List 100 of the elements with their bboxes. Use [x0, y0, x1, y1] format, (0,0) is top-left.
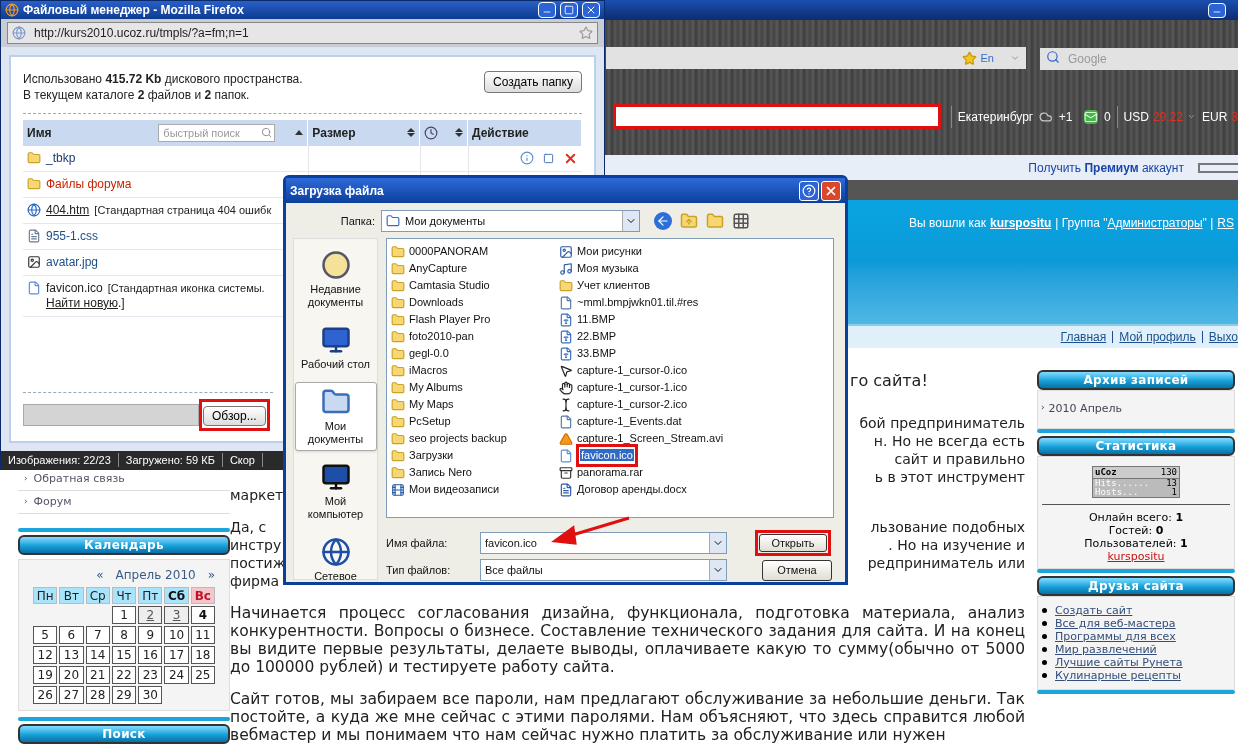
open-button[interactable]: Открыть — [759, 534, 827, 552]
url-text: http://kurs2010.ucoz.ru/tmpls/?a=fm;n=1 — [34, 25, 250, 42]
file-item[interactable]: iMacros — [408, 362, 449, 379]
nav-link[interactable]: Выхо — [1208, 328, 1238, 346]
file-item[interactable]: Flash Player Pro — [408, 311, 492, 328]
dialog-title: Загрузка файла — [290, 182, 385, 200]
info-icon[interactable] — [520, 151, 534, 166]
views-icon[interactable] — [732, 212, 750, 230]
friend-link[interactable]: Кулинарные рецепты — [1055, 668, 1181, 682]
file-item[interactable]: seo projects backup — [408, 430, 508, 447]
address-bar[interactable]: En — [606, 47, 1026, 69]
nav-link[interactable]: Главная — [1060, 328, 1107, 346]
folder-dropdown[interactable]: Мои документы — [381, 210, 640, 232]
file-name-link[interactable]: 404.htm — [46, 202, 90, 217]
rename-icon[interactable] — [542, 152, 555, 164]
back-icon[interactable] — [654, 212, 672, 230]
user-link[interactable]: kurspositu — [1107, 549, 1165, 563]
column-header[interactable]: Имя быстрый поиск — [23, 119, 309, 146]
file-item[interactable]: 11.BMP — [576, 311, 617, 328]
file-item[interactable]: capture-1_Events.dat — [576, 413, 683, 430]
file-item[interactable]: favicon.ico — [580, 449, 634, 462]
day-cell[interactable]: 2 — [138, 606, 163, 624]
file-name-link[interactable]: _tbkp — [46, 150, 76, 165]
minimize-button[interactable] — [1208, 2, 1226, 18]
file-item[interactable]: Camtasia Studio — [408, 277, 491, 294]
sort-icon[interactable] — [407, 128, 416, 138]
nav-link[interactable]: Мой профиль — [1119, 328, 1196, 346]
file-item[interactable]: panorama.rar — [576, 464, 645, 481]
minimize-button[interactable] — [538, 2, 556, 19]
file-item[interactable]: My Maps — [408, 396, 455, 413]
file-item[interactable]: capture-1_cursor-1.ico — [576, 379, 689, 396]
file-item[interactable]: Моя музыка — [576, 260, 640, 277]
day-cell[interactable]: 3 — [164, 606, 189, 624]
day-cell: 29 — [111, 686, 137, 704]
column-header[interactable]: Размер — [308, 119, 421, 146]
file-item[interactable]: Учет клиентов — [576, 277, 652, 294]
file-item[interactable]: Договор аренды.docx — [576, 481, 688, 498]
address-bar[interactable]: http://kurs2010.ucoz.ru/tmpls/?a=fm;n=1 — [7, 22, 598, 44]
sort-icon[interactable] — [455, 128, 463, 138]
file-item[interactable]: AnyCapture — [408, 260, 469, 277]
file-name-link[interactable]: Файлы форума — [46, 176, 132, 191]
archive-link[interactable]: 2010 Апрель — [1048, 401, 1123, 418]
create-folder-button[interactable]: Создать папку — [484, 70, 582, 93]
file-type-dropdown[interactable]: Все файлы — [480, 559, 727, 581]
place-item[interactable]: Мои документы — [294, 382, 377, 451]
friend-link[interactable]: Программы для всех — [1055, 629, 1176, 643]
file-item[interactable]: 22.BMP — [576, 328, 618, 345]
maximize-button[interactable] — [560, 2, 578, 19]
weekday-cell: Сб — [164, 587, 189, 604]
filename-field[interactable]: favicon.ico — [480, 532, 727, 554]
file-item[interactable]: Запись Nero — [408, 464, 473, 481]
sort-up-icon[interactable] — [295, 130, 304, 136]
file-item[interactable]: Загрузки — [408, 447, 455, 464]
file-item[interactable]: gegl-0.0 — [408, 345, 450, 362]
file-name-link[interactable]: favicon.ico — [46, 280, 103, 295]
friend-link[interactable]: Мир развлечений — [1055, 642, 1157, 656]
friend-link[interactable]: Все для веб-мастера — [1055, 616, 1176, 630]
find-new-link[interactable]: Найти новую — [46, 295, 118, 310]
file-item[interactable]: My Albums — [408, 379, 464, 396]
close-button[interactable] — [582, 2, 600, 19]
browse-button[interactable]: Обзор... — [203, 405, 266, 426]
file-name-link[interactable]: avatar.jpg — [46, 254, 99, 269]
file-item[interactable]: Downloads — [408, 294, 465, 311]
friend-link[interactable]: Создать сайт — [1055, 603, 1133, 617]
star-icon[interactable] — [961, 50, 977, 66]
quick-search-field[interactable]: быстрый поиск — [158, 123, 276, 142]
menu-link[interactable]: Обратная связь — [33, 470, 125, 488]
file-item[interactable]: foto2010-pan — [408, 328, 475, 345]
search-field[interactable] — [613, 104, 941, 129]
place-item[interactable]: Мой компьютер — [294, 457, 377, 526]
search-icon[interactable] — [261, 126, 273, 138]
prev-month-link[interactable]: « — [96, 566, 104, 584]
file-item[interactable]: capture-1_cursor-0.ico — [576, 362, 689, 379]
dropdown-icon[interactable] — [1186, 112, 1196, 121]
place-item[interactable]: Недавние документы — [294, 245, 377, 314]
close-button[interactable] — [821, 180, 841, 201]
file-item[interactable]: 0000PANORAM — [408, 243, 490, 260]
file-item[interactable]: 33.BMP — [576, 345, 618, 362]
file-path-field[interactable] — [23, 403, 199, 426]
file-item[interactable]: PcSetup — [408, 413, 452, 430]
help-button[interactable] — [799, 180, 819, 201]
place-item[interactable]: Рабочий стол — [294, 320, 377, 376]
cancel-button[interactable]: Отмена — [762, 559, 832, 581]
place-item[interactable]: Сетевое — [294, 532, 377, 588]
file-item[interactable]: capture-1_cursor-2.ico — [576, 396, 689, 413]
friend-link[interactable]: Лучшие сайты Рунета — [1055, 655, 1183, 669]
file-item[interactable]: Мои рисунки — [576, 243, 643, 260]
login-text: Вы вошли как — [909, 215, 986, 230]
file-item[interactable]: ~mml.bmpjwkn01.til.#res — [576, 294, 700, 311]
menu-link[interactable]: Форум — [33, 493, 72, 511]
file-name-link[interactable]: 955-1.css — [46, 228, 99, 243]
day-cell: 8 — [111, 626, 137, 644]
document-icon — [27, 228, 41, 243]
column-header[interactable]: Действие — [468, 119, 582, 146]
next-month-link[interactable]: » — [207, 566, 215, 584]
search-engine-field[interactable]: Google — [1040, 48, 1238, 70]
weekday-cell: Вт — [59, 587, 84, 604]
file-item[interactable]: capture-1_Screen_Stream.avi — [576, 430, 725, 447]
star-icon[interactable] — [579, 26, 593, 40]
file-item[interactable]: Мои видеозаписи — [408, 481, 501, 498]
